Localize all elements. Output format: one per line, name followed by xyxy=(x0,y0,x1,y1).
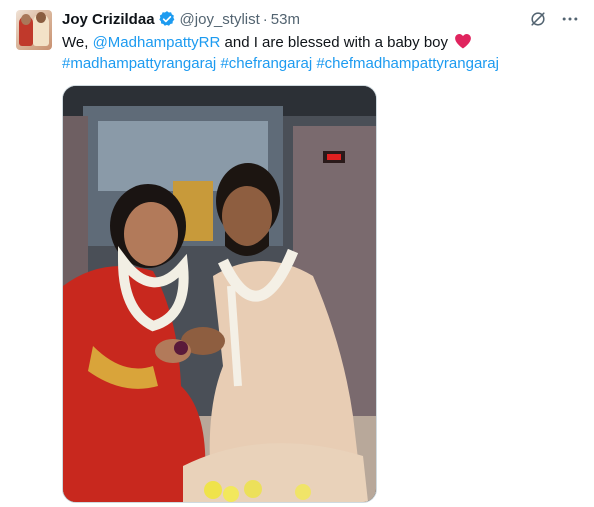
tweet-timestamp[interactable]: 53m xyxy=(271,11,300,28)
tweet-header: Joy Crizildaa @joy_stylist · 53m xyxy=(62,9,300,29)
wedding-couple-photo xyxy=(63,86,376,502)
tweet-actions xyxy=(528,9,580,29)
red-heart-icon xyxy=(455,34,472,49)
meta-separator: · xyxy=(262,10,268,28)
verified-badge-icon xyxy=(158,11,174,26)
tweet-text-prefix: We, xyxy=(62,34,93,51)
hashtag-link[interactable]: #chefrangaraj xyxy=(220,55,312,72)
tweet-text-body: and I are blessed with a baby boy xyxy=(220,34,449,51)
mention-link[interactable]: @MadhampattyRR xyxy=(93,34,221,51)
hashtag-link[interactable]: #chefmadhampattyrangaraj xyxy=(316,55,499,72)
grok-icon[interactable] xyxy=(528,9,548,29)
more-icon[interactable] xyxy=(560,9,580,29)
hashtag-link[interactable]: #madhampattyrangaraj xyxy=(62,55,216,72)
author-avatar[interactable] xyxy=(16,10,52,50)
tweet-photo[interactable] xyxy=(62,85,377,503)
tweet-card[interactable]: Joy Crizildaa @joy_stylist · 53m We, @Ma… xyxy=(0,0,594,507)
author-handle[interactable]: @joy_stylist xyxy=(180,11,260,28)
tweet-text: We, @MadhampattyRR and I are blessed wit… xyxy=(62,32,582,74)
author-display-name[interactable]: Joy Crizildaa xyxy=(62,11,155,28)
